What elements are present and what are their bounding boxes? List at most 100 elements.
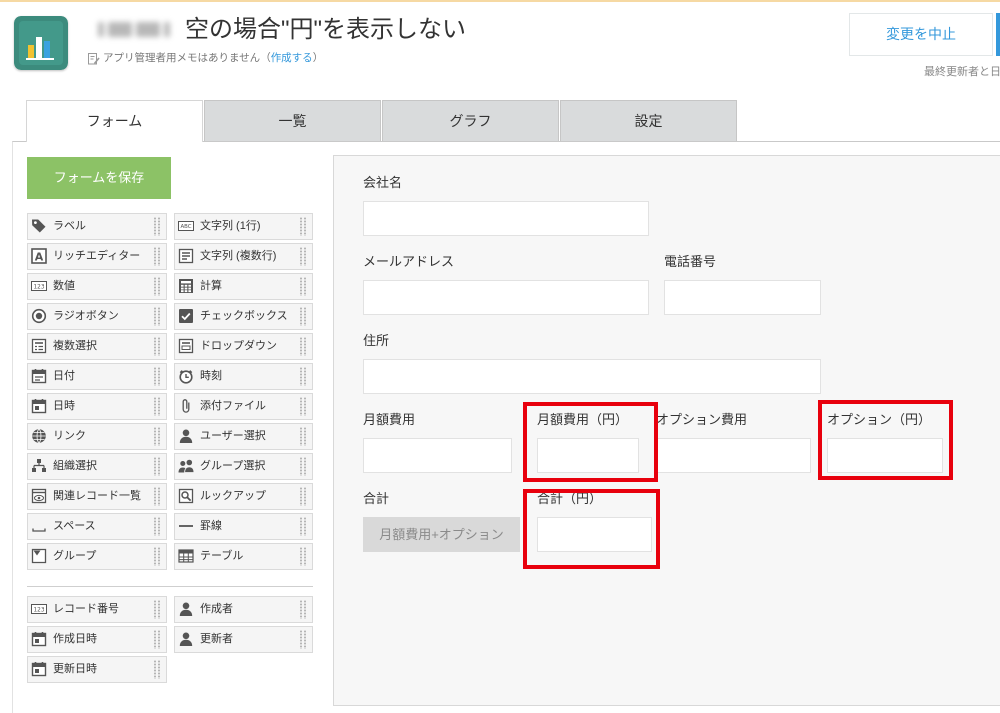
palette-item-number[interactable]: 123 数値 [27, 273, 167, 300]
palette-item-organization[interactable]: 組織選択 [27, 453, 167, 480]
field-label: 電話番号 [664, 254, 717, 269]
palette-item-time[interactable]: 時刻 [174, 363, 313, 390]
update-app-button[interactable] [996, 13, 1000, 56]
palette-item-label: 文字列 (1行) [200, 220, 261, 232]
form-field-monthly-fee[interactable]: 月額費用 [363, 412, 512, 473]
address-input[interactable] [363, 359, 821, 394]
palette-item-space[interactable]: スペース [27, 513, 167, 540]
drag-handle-icon[interactable] [153, 397, 162, 416]
drag-handle-icon[interactable] [299, 217, 308, 236]
drag-handle-icon[interactable] [299, 547, 308, 566]
drag-handle-icon[interactable] [299, 630, 308, 649]
save-form-button[interactable]: フォームを保存 [27, 157, 171, 199]
drag-handle-icon[interactable] [299, 337, 308, 356]
form-field-email[interactable]: メールアドレス [363, 254, 649, 315]
drag-handle-icon[interactable] [153, 367, 162, 386]
bar-chart-app-icon [14, 16, 68, 70]
palette-item-table[interactable]: テーブル [174, 543, 313, 570]
palette-item-dropdown[interactable]: ドロップダウン [174, 333, 313, 360]
option-fee-input[interactable] [656, 438, 811, 473]
palette-item-text-multi-line[interactable]: 文字列 (複数行) [174, 243, 313, 270]
tab-list[interactable]: 一覧 [204, 100, 381, 141]
form-field-address[interactable]: 住所 [363, 333, 821, 394]
create-memo-link[interactable]: 作成する [271, 52, 313, 64]
palette-item-rich-editor[interactable]: A リッチエディター [27, 243, 167, 270]
drag-handle-icon[interactable] [153, 307, 162, 326]
tab-graph[interactable]: グラフ [382, 100, 559, 141]
drag-handle-icon[interactable] [153, 660, 162, 679]
palette-item-multi-select[interactable]: 複数選択 [27, 333, 167, 360]
phone-input[interactable] [664, 280, 821, 315]
svg-text:ABC: ABC [180, 224, 191, 230]
palette-item-related-records[interactable]: 関連レコード一覧 [27, 483, 167, 510]
palette-item-border-line[interactable]: 罫線 [174, 513, 313, 540]
drag-handle-icon[interactable] [299, 307, 308, 326]
tab-settings[interactable]: 設定 [560, 100, 737, 141]
palette-item-calculator[interactable]: 計算 [174, 273, 313, 300]
palette-item-label: ラジオボタン [53, 310, 119, 322]
palette-item-user[interactable]: 更新者 [174, 626, 313, 653]
cancel-changes-button[interactable]: 変更を中止 [849, 13, 993, 56]
highlight-box [818, 400, 953, 480]
palette-item-label: ラベル [53, 220, 86, 232]
drag-handle-icon[interactable] [299, 517, 308, 536]
drag-handle-icon[interactable] [299, 487, 308, 506]
drag-handle-icon[interactable] [299, 457, 308, 476]
svg-text:123: 123 [33, 284, 44, 290]
drag-handle-icon[interactable] [299, 600, 308, 619]
palette-item-group[interactable]: グループ [27, 543, 167, 570]
palette-item-label: 文字列 (複数行) [200, 250, 277, 262]
drag-handle-icon[interactable] [153, 630, 162, 649]
palette-item-user[interactable]: 作成者 [174, 596, 313, 623]
palette-item-user[interactable]: ユーザー選択 [174, 423, 313, 450]
drag-handle-icon[interactable] [153, 247, 162, 266]
palette-item-attachment[interactable]: 添付ファイル [174, 393, 313, 420]
drag-handle-icon[interactable] [153, 600, 162, 619]
palette-item-datetime[interactable]: 日時 [27, 393, 167, 420]
drag-handle-icon[interactable] [153, 427, 162, 446]
palette-item-date[interactable]: 日付 [27, 363, 167, 390]
palette-item-lookup[interactable]: ルックアップ [174, 483, 313, 510]
palette-item-label: グループ [53, 550, 97, 562]
palette-item-datetime[interactable]: 更新日時 [27, 656, 167, 683]
form-field-company[interactable]: 会社名 [363, 175, 649, 236]
field-label: 住所 [363, 333, 390, 348]
company-input[interactable] [363, 201, 649, 236]
palette-item-link[interactable]: リンク [27, 423, 167, 450]
palette-item-label: 数値 [53, 280, 75, 292]
drag-handle-icon[interactable] [299, 397, 308, 416]
memo-paren-close: ） [312, 52, 324, 64]
palette-item-label: 添付ファイル [200, 400, 266, 412]
palette-item-group-select[interactable]: グループ選択 [174, 453, 313, 480]
memo-text: アプリ管理者用メモはありません [103, 52, 261, 64]
email-input[interactable] [363, 280, 649, 315]
form-field-option-fee[interactable]: オプション費用 [656, 412, 811, 473]
drag-handle-icon[interactable] [299, 277, 308, 296]
drag-handle-icon[interactable] [153, 487, 162, 506]
datetime-icon [31, 661, 47, 677]
palette-item-label: 時刻 [200, 370, 222, 382]
svg-text:123: 123 [33, 607, 44, 613]
palette-item-number[interactable]: 123 レコード番号 [27, 596, 167, 623]
monthly-fee-input[interactable] [363, 438, 512, 473]
form-field-total[interactable]: 合計 月額費用+オプション [363, 491, 520, 552]
palette-item-label: ルックアップ [200, 490, 266, 502]
drag-handle-icon[interactable] [153, 517, 162, 536]
drag-handle-icon[interactable] [153, 547, 162, 566]
palette-item-datetime[interactable]: 作成日時 [27, 626, 167, 653]
drag-handle-icon[interactable] [153, 217, 162, 236]
drag-handle-icon[interactable] [153, 337, 162, 356]
palette-item-label: 複数選択 [53, 340, 97, 352]
tag-icon [31, 218, 47, 234]
drag-handle-icon[interactable] [153, 457, 162, 476]
palette-item-tag[interactable]: ラベル [27, 213, 167, 240]
palette-item-radio[interactable]: ラジオボタン [27, 303, 167, 330]
palette-item-checkbox[interactable]: チェックボックス [174, 303, 313, 330]
drag-handle-icon[interactable] [299, 367, 308, 386]
form-field-phone[interactable]: 電話番号 [664, 254, 821, 315]
drag-handle-icon[interactable] [299, 247, 308, 266]
tab-form[interactable]: フォーム [26, 100, 203, 142]
palette-item-text-single-line[interactable]: ABC 文字列 (1行) [174, 213, 313, 240]
drag-handle-icon[interactable] [153, 277, 162, 296]
drag-handle-icon[interactable] [299, 427, 308, 446]
